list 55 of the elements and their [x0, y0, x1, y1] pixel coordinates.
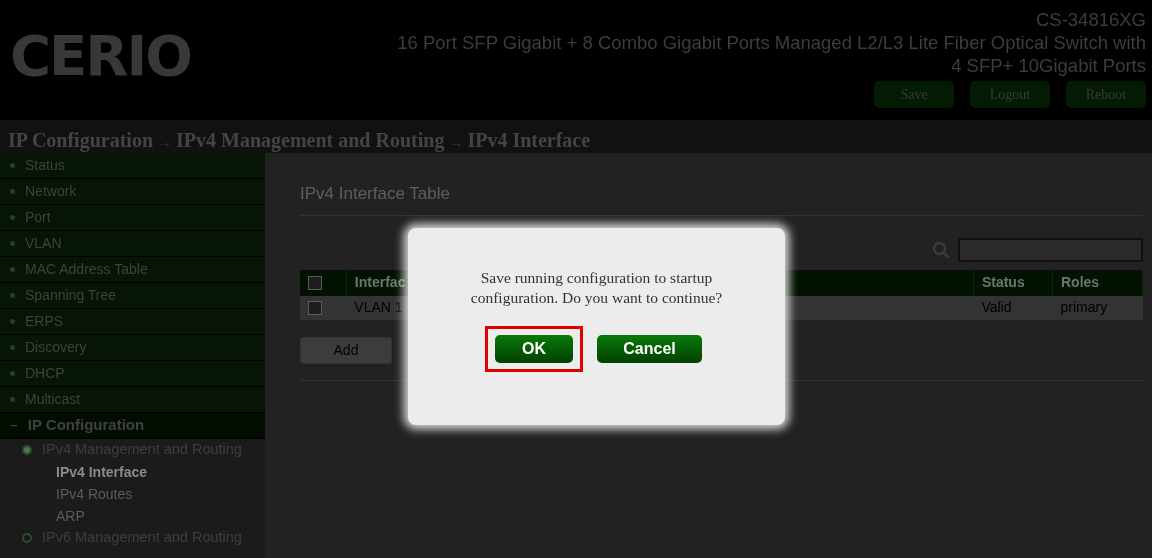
bullet-icon: [10, 267, 15, 272]
dialog-message: Save running configuration to startup configuration. Do you want to continue?: [469, 268, 724, 308]
bullet-icon: [10, 189, 15, 194]
row-checkbox[interactable]: [308, 301, 322, 316]
sidebar-item[interactable]: MAC Address Table: [0, 257, 265, 283]
sidebar-item[interactable]: Network: [0, 179, 265, 205]
bullet-icon: [10, 397, 15, 402]
sidebar-item[interactable]: ERPS: [0, 309, 265, 335]
node-icon: [22, 445, 32, 455]
sidebar-link[interactable]: IPv4 Interface: [0, 461, 265, 483]
sidebar-label: Discovery: [25, 338, 87, 357]
collapse-sign: –: [10, 416, 18, 435]
sidebar-label: MAC Address Table: [25, 260, 148, 279]
sidebar-label: Port: [25, 208, 51, 227]
bullet-icon: [10, 241, 15, 246]
column-header: Status: [981, 274, 1025, 290]
sidebar-item[interactable]: – IP Configuration: [0, 413, 265, 439]
sidebar-item[interactable]: Multicast: [0, 387, 265, 413]
sidebar-label: Spanning Tree: [25, 286, 117, 305]
sidebar-item[interactable]: Status: [0, 153, 265, 179]
logo-text: CERIO: [10, 28, 191, 90]
sidebar-label: Multicast: [25, 390, 81, 409]
sidebar-item[interactable]: Port: [0, 205, 265, 231]
bullet-icon: [10, 215, 15, 220]
search-field[interactable]: [958, 237, 1143, 262]
column-header: Roles: [1061, 274, 1100, 290]
sidebar-label: ERPS: [25, 312, 64, 331]
bullet-icon: [10, 163, 15, 168]
bullet-icon: [10, 345, 15, 350]
add-button[interactable]: Add: [300, 336, 392, 364]
product-description: 16 Port SFP Gigabit + 8 Combo Gigabit Ports Managed L2/L3 Lite Fiber Optical Switch with: [397, 32, 1146, 53]
sidebar-item[interactable]: VLAN: [0, 231, 265, 257]
sidebar-item[interactable]: DHCP: [0, 361, 265, 387]
bullet-icon: [10, 319, 15, 324]
search-icon: [932, 240, 950, 259]
model-name: CS-34816XG: [1034, 8, 1146, 31]
node-icon: [22, 533, 32, 543]
dialog-button[interactable]: OK: [495, 335, 573, 363]
sidebar-label: VLAN: [25, 234, 62, 253]
sidebar-link[interactable]: IPv4 Routes: [0, 483, 265, 505]
bullet-icon: [10, 293, 15, 298]
sidebar-label: Status: [25, 156, 65, 175]
sidebar-item[interactable]: Discovery: [0, 335, 265, 361]
sidebar-label: IP Configuration: [27, 415, 145, 436]
breadcrumb-arrow: →: [448, 134, 464, 150]
select-all-checkbox[interactable]: [308, 276, 322, 291]
sidebar-label: DHCP: [25, 364, 65, 383]
sidebar-label: Network: [25, 182, 77, 201]
product-description: 4 SFP+ 10Gigabit Ports: [951, 55, 1146, 76]
sidebar-item[interactable]: Spanning Tree: [0, 283, 265, 309]
bullet-icon: [10, 371, 15, 376]
table-title: IPv4 Interface Table: [300, 181, 1143, 216]
dialog-button[interactable]: Cancel: [597, 335, 702, 363]
breadcrumb-arrow: →: [157, 134, 173, 150]
sidebar-link[interactable]: ARP: [0, 505, 265, 527]
